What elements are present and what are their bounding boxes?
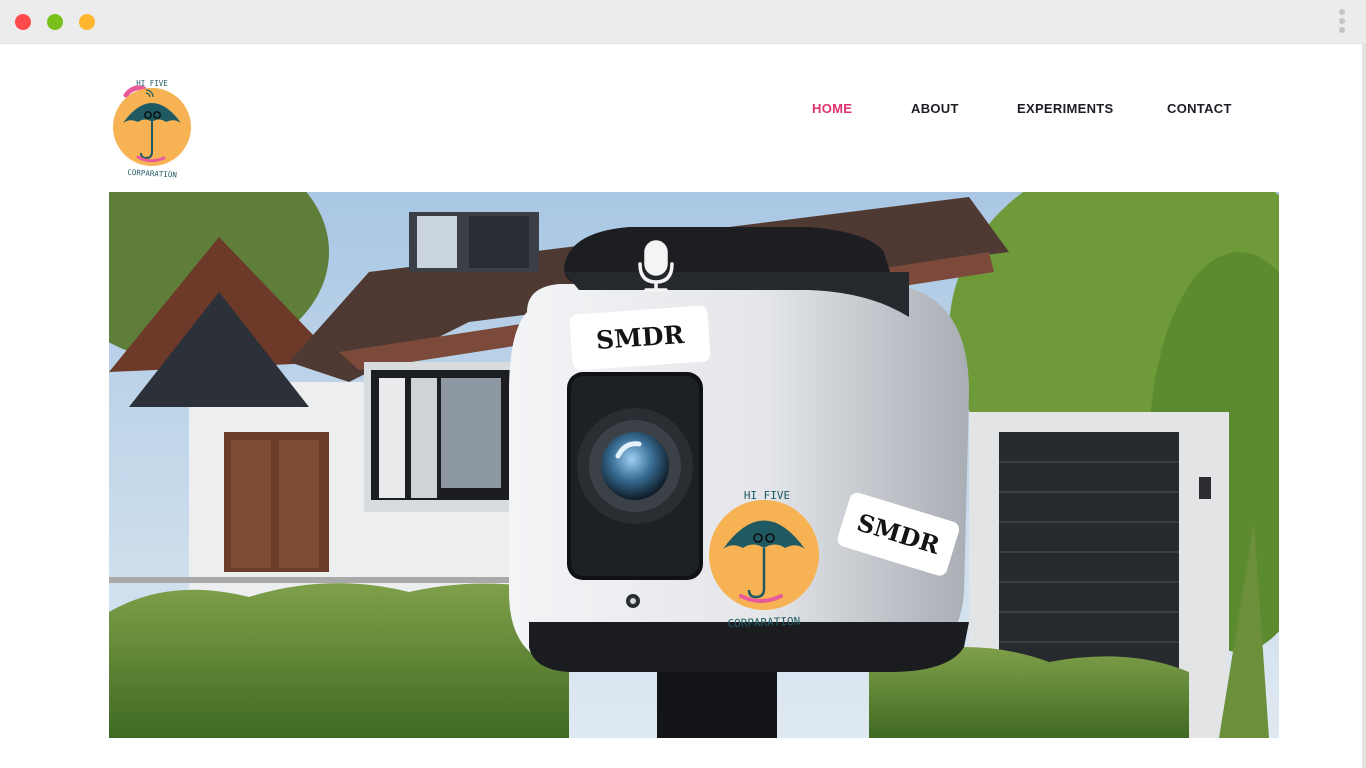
camera-lens-icon — [577, 408, 693, 524]
site-logo[interactable]: HI FIVE CORPARATION — [110, 78, 196, 180]
scrollbar[interactable] — [1362, 44, 1366, 768]
logo-text-bottom: CORPARATION — [127, 168, 177, 180]
badge-text-top: HI FIVE — [744, 489, 790, 502]
sticker-1-text: SMDR — [595, 320, 685, 355]
close-window-button[interactable] — [15, 14, 31, 30]
browser-titlebar — [0, 0, 1366, 44]
maximize-window-button[interactable] — [79, 14, 95, 30]
more-options-icon[interactable] — [1336, 9, 1348, 37]
smdr-sticker-top: SMDR — [569, 305, 711, 371]
hero-image: SMDR HI FIVE CORPARATION SMDR — [109, 192, 1279, 738]
umbrella-logo-icon: HI FIVE CORPARATION — [113, 79, 191, 180]
badge-text-bottom: CORPARATION — [727, 615, 800, 631]
minimize-window-button[interactable] — [47, 14, 63, 30]
nav-home-link[interactable]: HOME — [812, 101, 852, 116]
nav-about-link[interactable]: ABOUT — [911, 101, 959, 116]
main-nav: HOME ABOUT EXPERIMENTS CONTACT — [0, 101, 1366, 119]
nav-experiments-link[interactable]: EXPERIMENTS — [1017, 101, 1113, 116]
nav-contact-link[interactable]: CONTACT — [1167, 101, 1232, 116]
